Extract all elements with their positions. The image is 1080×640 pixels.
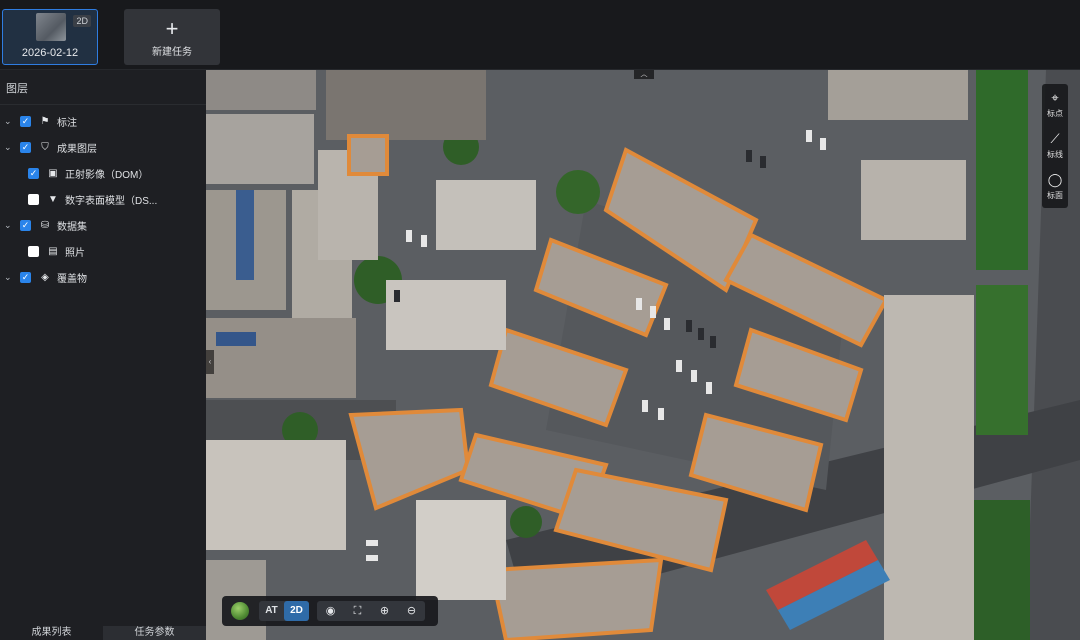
layers-icon: ◈ <box>41 271 49 283</box>
layers-panel: 图层 ⌄ ✓ ⚑ 标注 ⌄ ✓ ⛉ 成果图层 ✓ ▣ 正射影像（DOM） ▼ 数… <box>0 70 206 640</box>
basemap-globe-icon[interactable] <box>231 602 249 620</box>
camera-icon[interactable]: ◉ <box>317 601 344 621</box>
collapse-top-toggle[interactable]: ︿ <box>634 70 654 79</box>
chevron-down-icon[interactable]: ⌄ <box>4 272 14 283</box>
tab-task-params[interactable]: 任务参数 <box>103 626 206 640</box>
layer-dataset[interactable]: ⌄ ✓ ⛁ 数据集 <box>0 212 206 238</box>
terrain-icon: ▼ <box>48 193 58 205</box>
layer-checkbox[interactable]: ✓ <box>20 115 31 127</box>
view-mode-toggle: AT 2D <box>259 601 309 621</box>
task-bar: 2D 2026-02-12 + 新建任务 <box>0 0 1080 70</box>
fit-extent-icon[interactable]: ⛶ <box>344 601 371 621</box>
task-thumbnail <box>36 13 66 41</box>
task-badge: 2D <box>73 15 91 27</box>
collapse-left-toggle[interactable]: ‹ <box>206 350 214 374</box>
map-view[interactable]: ︿ ‹ ⌖ 标点 ⟋ 标线 ◯ 标面 AT 2D ◉ ⛶ ⊕ ⊖ <box>206 70 1080 640</box>
map-tools-group: ◉ ⛶ ⊕ ⊖ <box>317 601 425 621</box>
photo-icon: ▤ <box>48 245 58 257</box>
task-date: 2026-02-12 <box>21 47 79 59</box>
new-task-label: 新建任务 <box>152 47 192 58</box>
layer-dom[interactable]: ✓ ▣ 正射影像（DOM） <box>0 160 206 186</box>
layer-checkbox[interactable]: ✓ <box>20 219 31 231</box>
drawing-tools: ⌖ 标点 ⟋ 标线 ◯ 标面 <box>1042 84 1068 208</box>
map-toolbar: AT 2D ◉ ⛶ ⊕ ⊖ <box>222 596 438 626</box>
zoom-out-icon[interactable]: ⊖ <box>398 601 425 621</box>
mode-2d-button[interactable]: 2D <box>284 601 309 621</box>
line-icon: ⟋ <box>1050 131 1060 146</box>
tab-results-list[interactable]: 成果列表 <box>0 626 103 640</box>
image-icon: ▣ <box>48 167 58 179</box>
new-task-button[interactable]: + 新建任务 <box>124 9 220 65</box>
layer-photos[interactable]: ▤ 照片 <box>0 238 206 264</box>
layer-dsm[interactable]: ▼ 数字表面模型（DS... <box>0 186 206 212</box>
tool-polygon-label: 标面 <box>1047 191 1063 200</box>
flag-icon: ⚑ <box>40 115 50 127</box>
task-card[interactable]: 2D 2026-02-12 <box>2 9 98 65</box>
tool-point-label: 标点 <box>1047 109 1063 118</box>
layer-checkbox[interactable]: ✓ <box>20 271 31 283</box>
layer-label: 正射影像（DOM） <box>65 169 149 181</box>
tool-polygon[interactable]: ◯ 标面 <box>1042 166 1068 207</box>
chevron-down-icon[interactable]: ⌄ <box>4 220 14 231</box>
chevron-down-icon[interactable]: ⌄ <box>4 116 14 127</box>
plus-icon: + <box>165 16 179 41</box>
layer-checkbox[interactable]: ✓ <box>28 167 39 179</box>
tool-line-label: 标线 <box>1047 150 1063 159</box>
dataset-icon: ⛁ <box>40 219 50 231</box>
tool-point[interactable]: ⌖ 标点 <box>1042 84 1068 125</box>
layer-label: 覆盖物 <box>57 273 87 285</box>
tool-line[interactable]: ⟋ 标线 <box>1042 125 1068 166</box>
bottom-tabs: 成果列表 任务参数 <box>0 626 206 640</box>
layer-checkbox[interactable] <box>28 245 39 257</box>
panel-title: 图层 <box>0 70 206 105</box>
layer-label: 数据集 <box>57 221 87 233</box>
layer-checkbox[interactable] <box>28 193 39 205</box>
layer-overlays[interactable]: ⌄ ✓ ◈ 覆盖物 <box>0 264 206 290</box>
polygon-icon: ◯ <box>1047 172 1063 187</box>
orthophoto-image <box>206 70 1080 640</box>
layer-label: 数字表面模型（DS... <box>65 195 158 207</box>
pin-icon: ⌖ <box>1051 90 1059 105</box>
layer-label: 成果图层 <box>57 143 97 155</box>
layer-label: 标注 <box>57 117 77 129</box>
chevron-down-icon[interactable]: ⌄ <box>4 142 14 153</box>
layer-annotation[interactable]: ⌄ ✓ ⚑ 标注 <box>0 108 206 134</box>
zoom-in-icon[interactable]: ⊕ <box>371 601 398 621</box>
layer-label: 照片 <box>65 247 85 259</box>
shield-icon: ⛉ <box>41 141 49 153</box>
layer-results[interactable]: ⌄ ✓ ⛉ 成果图层 <box>0 134 206 160</box>
layer-checkbox[interactable]: ✓ <box>20 141 31 153</box>
mode-at-button[interactable]: AT <box>259 601 284 621</box>
